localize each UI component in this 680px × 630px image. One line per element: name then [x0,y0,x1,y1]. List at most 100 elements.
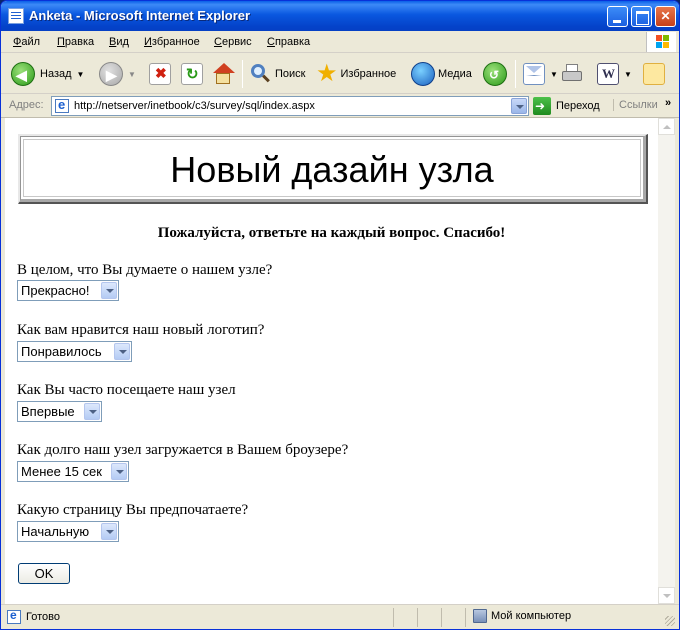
preferred-page-select[interactable]: Начальную [17,521,119,542]
question-label: Как вам нравится наш новый логотип? [17,322,265,338]
status-cell [393,608,417,627]
back-arrow-icon: ◀ [11,62,35,86]
chevron-right-icon[interactable]: » [665,97,671,109]
history-button[interactable]: ↺ [483,58,507,90]
history-icon: ↺ [483,62,507,86]
back-dropdown-icon[interactable]: ▼ [77,70,85,79]
media-icon [411,62,435,86]
security-zone: Мой компьютер [473,609,571,623]
load-time-select[interactable]: Менее 15 сек [17,461,129,482]
edit-button[interactable]: W ▼ [597,58,632,90]
title-bar: Anketa - Microsoft Internet Explorer ✕ [1,1,679,31]
mail-dropdown-icon[interactable]: ▼ [550,70,558,79]
status-cell [417,608,441,627]
overall-opinion-select[interactable]: Прекрасно! [17,280,119,301]
messenger-icon [643,63,665,85]
address-url: http://netserver/inetbook/c3/survey/sql/… [74,100,315,112]
mail-icon [523,63,545,85]
select-value: Понравилось [21,344,102,359]
chevron-down-icon[interactable] [101,523,117,540]
chevron-down-icon[interactable] [111,463,127,480]
question-label: Какую страницу Вы предпочатаете? [17,502,249,518]
logo-opinion-select[interactable]: Понравилось [17,341,132,362]
favorites-star-icon: ★ [316,60,338,87]
favorites-button[interactable]: ★ Избранное [316,58,396,90]
status-bar: Готово Мой компьютер [1,604,679,629]
print-icon [561,63,583,85]
refresh-icon: ↻ [181,63,203,85]
back-button[interactable]: ◀ Назад ▼ [11,58,84,90]
links-button[interactable]: Ссылки [613,99,658,111]
favorites-label: Избранное [340,68,397,80]
search-button[interactable]: Поиск [249,58,305,90]
close-icon: ✕ [660,9,671,23]
page-content: Новый дазайн узла Пожалуйста, ответьте н… [5,118,658,604]
ok-button[interactable]: OK [18,563,70,584]
go-label: Переход [556,100,600,112]
media-button[interactable]: Медиа [411,58,472,90]
standard-toolbar: ◀ Назад ▼ ▶ ▼ ✖ ↻ Поиск ★ Избранное Меди… [1,54,679,94]
status-text: Готово [26,611,60,623]
page-title: Новый дазайн узла [170,149,494,190]
computer-icon [473,609,487,623]
minimize-button[interactable] [607,6,628,27]
menu-file[interactable]: Файл [13,36,40,48]
question-label: Как Вы часто посещаете наш узел [17,382,236,398]
select-value: Прекрасно! [21,283,90,298]
stop-button[interactable]: ✖ [149,58,171,90]
go-arrow-icon [533,97,551,115]
edit-dropdown-icon[interactable]: ▼ [624,70,632,79]
refresh-button[interactable]: ↻ [181,58,203,90]
chevron-down-icon[interactable] [101,282,117,299]
print-button[interactable] [561,58,583,90]
menu-tools[interactable]: Сервис [214,36,252,48]
chevron-down-icon[interactable] [84,403,100,420]
chevron-down-icon[interactable] [114,343,130,360]
window-title: Anketa - Microsoft Internet Explorer [29,8,251,23]
scroll-up-button[interactable] [658,118,675,135]
visit-frequency-select[interactable]: Впервые [17,401,102,422]
ie-page-icon [8,8,24,24]
status-cell [441,608,465,627]
word-icon: W [597,63,619,85]
vertical-scrollbar[interactable] [658,118,675,604]
address-dropdown-button[interactable] [511,98,527,114]
forward-dropdown-icon[interactable]: ▼ [128,70,136,79]
address-label: Адрес: [9,99,44,111]
select-value: Впервые [21,404,75,419]
messenger-button[interactable] [643,58,665,90]
ie-page-icon [7,608,21,624]
mail-button[interactable]: ▼ [523,58,558,90]
zone-label: Мой компьютер [491,610,572,622]
search-icon [249,63,271,85]
search-label: Поиск [275,68,306,80]
close-button[interactable]: ✕ [655,6,676,27]
menu-edit[interactable]: Правка [57,36,94,48]
maximize-button[interactable] [631,6,652,27]
home-button[interactable] [212,58,235,90]
menu-view[interactable]: Вид [109,36,129,48]
toolbar-separator [515,60,516,88]
stop-icon: ✖ [149,63,171,85]
windows-logo-icon [646,32,676,52]
page-banner: Новый дазайн узла [18,134,648,204]
question-label: Как долго наш узел загружается в Вашем б… [17,442,349,458]
media-label: Медиа [438,68,472,80]
browser-window: Anketa - Microsoft Internet Explorer ✕ Ф… [0,0,680,630]
ie-page-icon [55,97,69,113]
question-label: В целом, что Вы думаете о нашем узле? [17,262,273,278]
back-label: Назад [40,68,72,80]
scroll-down-button[interactable] [658,587,675,604]
menu-favorites[interactable]: Избранное [144,36,200,48]
address-bar: Адрес: http://netserver/inetbook/c3/surv… [1,94,679,118]
menu-help[interactable]: Справка [267,36,310,48]
intro-text: Пожалуйста, ответьте на каждый вопрос. С… [157,225,506,241]
forward-button[interactable]: ▶ ▼ [99,58,136,90]
select-value: Менее 15 сек [21,464,102,479]
go-button[interactable]: Переход [533,96,600,116]
address-input[interactable]: http://netserver/inetbook/c3/survey/sql/… [51,96,529,116]
resize-grip[interactable] [665,616,675,626]
home-icon [212,63,235,85]
forward-arrow-icon: ▶ [99,62,123,86]
toolbar-separator [242,60,243,88]
